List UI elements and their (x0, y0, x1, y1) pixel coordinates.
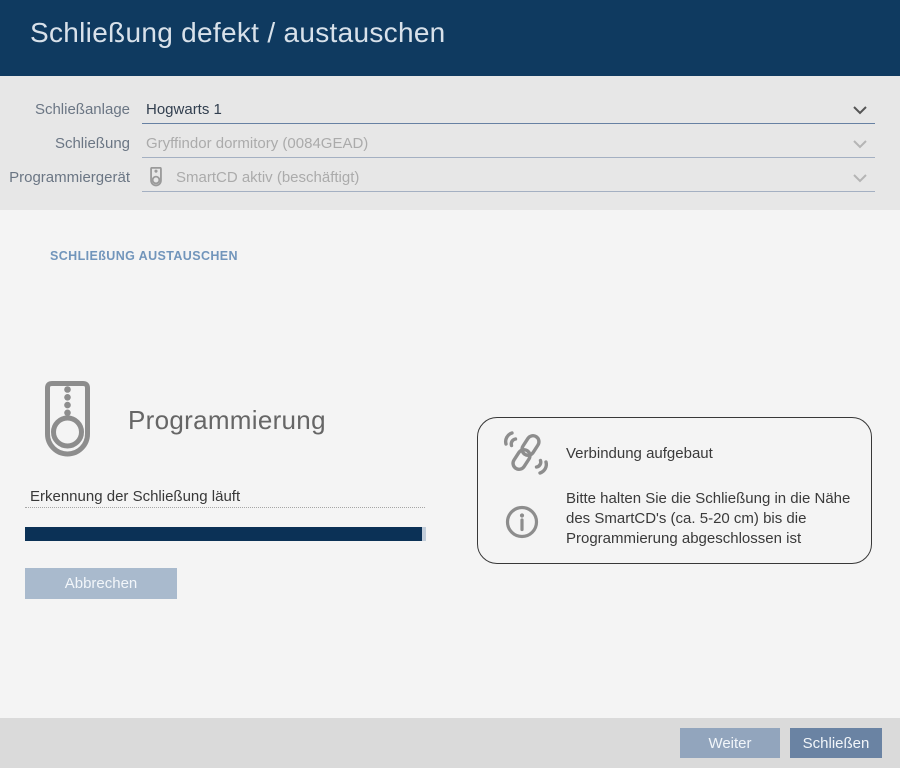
titlebar: Schließung defekt / austauschen (0, 0, 900, 76)
programmiergeraet-value: SmartCD aktiv (beschäftigt) (176, 169, 359, 186)
instruction-text: Bitte halten Sie die Schließung in die N… (566, 489, 866, 549)
locking-cylinder-icon (45, 381, 90, 461)
progress-fill (25, 527, 422, 541)
message-box: Verbindung aufgebaut Bitte halten Sie di… (477, 417, 872, 564)
form-panel: Schließanlage Hogwarts 1 Schließung Gryf… (0, 76, 900, 210)
schliessung-select: Gryffindor dormitory (0084GEAD) (142, 130, 875, 158)
cancel-button[interactable]: Abbrechen (25, 568, 177, 599)
schliessung-label: Schließung (0, 135, 130, 158)
programming-heading: Programmierung (128, 405, 326, 436)
dotted-separator (25, 507, 425, 508)
process-status-label: SCHLIEßUNG AUSTAUSCHEN (50, 249, 238, 263)
next-button[interactable]: Weiter (680, 728, 780, 758)
info-icon (505, 505, 539, 539)
close-button[interactable]: Schließen (790, 728, 882, 758)
schliessanlage-select[interactable]: Hogwarts 1 (142, 96, 875, 124)
chevron-down-icon (853, 174, 867, 183)
schliessung-value: Gryffindor dormitory (0084GEAD) (146, 135, 368, 152)
form-row-schliessung: Schließung Gryffindor dormitory (0084GEA… (0, 124, 900, 158)
footer-bar: Weiter Schließen (0, 718, 900, 768)
dialog-title: Schließung defekt / austauschen (0, 0, 900, 49)
locking-cylinder-mini-icon (150, 167, 162, 187)
programmiergeraet-label: Programmiergerät (0, 169, 130, 192)
programmiergeraet-select: SmartCD aktiv (beschäftigt) (142, 164, 875, 192)
wireless-connection-icon (500, 429, 552, 477)
chevron-down-icon (853, 106, 867, 115)
schliessanlage-value: Hogwarts 1 (146, 101, 222, 118)
connection-status-text: Verbindung aufgebaut (566, 445, 713, 462)
chevron-down-icon (853, 140, 867, 149)
progress-status-text: Erkennung der Schließung läuft (30, 488, 240, 505)
form-row-schliessanlage: Schließanlage Hogwarts 1 (0, 90, 900, 124)
form-row-programmiergeraet: Programmiergerät SmartCD aktiv (beschäft… (0, 158, 900, 192)
progress-bar (25, 527, 426, 541)
lock-replace-dialog: Schließung defekt / austauschen Schließa… (0, 0, 900, 768)
schliessanlage-label: Schließanlage (0, 101, 130, 124)
